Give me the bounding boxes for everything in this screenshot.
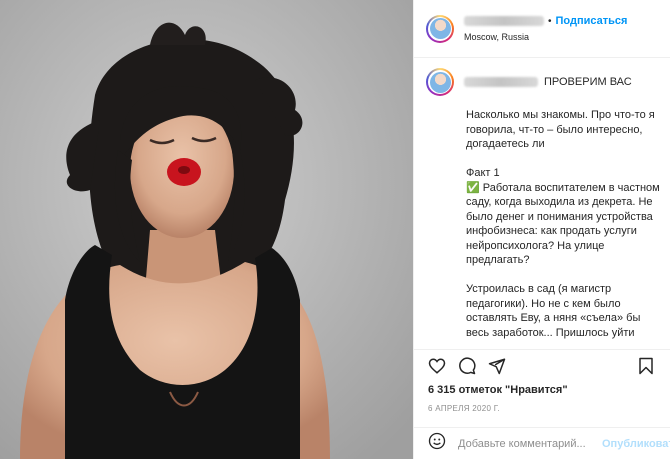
location-link[interactable]: Moscow, Russia [464, 32, 627, 42]
action-bar [414, 350, 670, 382]
caption-area[interactable]: ПРОВЕРИМ ВАС Насколько мы знакомы. Про ч… [414, 58, 670, 350]
likes-count[interactable]: 6 315 отметок "Нравится" [414, 382, 670, 396]
caption-avatar[interactable] [426, 68, 454, 96]
comment-bar: Опубликовать [414, 427, 670, 459]
share-icon[interactable] [488, 357, 506, 375]
post-side-panel: • Подписаться Moscow, Russia ПРОВЕРИМ ВА… [413, 0, 670, 459]
separator-dot: • [548, 15, 552, 27]
post-header: • Подписаться Moscow, Russia [414, 0, 670, 58]
emoji-icon[interactable] [428, 432, 446, 455]
woman-portrait-image [0, 0, 413, 459]
username-blurred[interactable] [464, 16, 544, 26]
follow-button[interactable]: Подписаться [556, 15, 628, 27]
avatar-image [429, 18, 451, 39]
post-photo[interactable] [0, 0, 413, 459]
caption-title: ПРОВЕРИМ ВАС [544, 76, 632, 88]
instagram-post: • Подписаться Moscow, Russia ПРОВЕРИМ ВА… [0, 0, 670, 459]
avatar[interactable] [426, 14, 454, 43]
comment-input[interactable] [456, 436, 602, 451]
caption-username-blurred[interactable] [464, 77, 538, 87]
caption-text: Насколько мы знакомы. Про что-то я говор… [466, 109, 660, 339]
heart-icon[interactable] [428, 357, 446, 375]
post-date[interactable]: 6 АПРЕЛЯ 2020 Г. [414, 396, 670, 413]
publish-button[interactable]: Опубликовать [602, 438, 670, 450]
comment-icon[interactable] [458, 357, 476, 375]
bookmark-icon[interactable] [638, 357, 656, 375]
